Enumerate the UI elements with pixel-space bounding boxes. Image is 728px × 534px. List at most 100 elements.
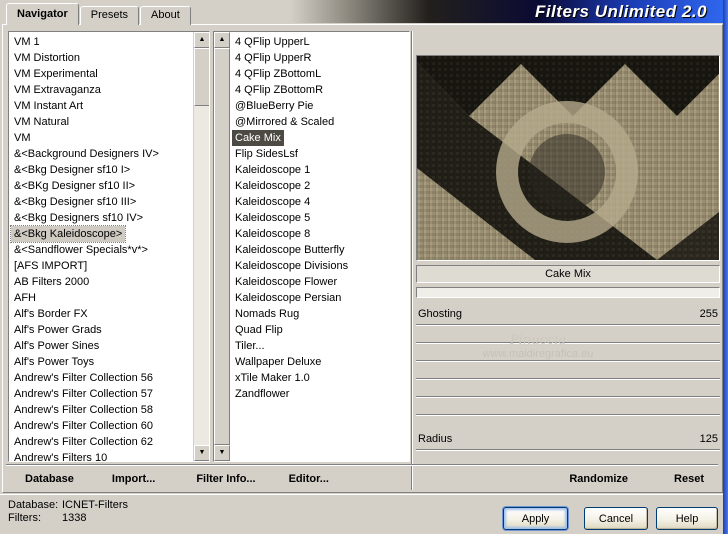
cancel-button[interactable]: Cancel [584,507,648,530]
tab-about[interactable]: About [140,6,191,25]
list-item[interactable]: @BlueBerry Pie [232,98,409,114]
list-item[interactable]: AFH [11,290,193,306]
list-item[interactable]: Tiler... [232,338,409,354]
database-value: ICNET-Filters [62,499,128,511]
selected-filter-name: Cake Mix [416,265,720,283]
scrollbar-thumb[interactable] [214,48,230,445]
category-scrollbar[interactable]: ▲ ▼ [193,32,209,461]
list-item[interactable]: AB Filters 2000 [11,274,193,290]
list-item[interactable]: Nomads Rug [232,306,409,322]
tab-bar: Navigator Presets About [6,3,192,25]
list-item[interactable]: Alf's Power Sines [11,338,193,354]
toolbar-divider [6,464,718,466]
list-item[interactable]: VM Distortion [11,50,193,66]
slider-track-radius[interactable] [416,449,720,451]
list-item[interactable]: VM Instant Art [11,98,193,114]
list-item[interactable]: 4 QFlip ZBottomR [232,82,409,98]
slider-row-radius: Radius 125 [416,432,720,446]
app-title: Filters Unlimited 2.0 [534,1,707,21]
list-item[interactable]: &<Background Designers IV> [11,146,193,162]
slider-label: Radius [418,433,453,445]
list-item[interactable]: 4 QFlip UpperR [232,50,409,66]
toolbar-left: Database Import... Filter Info... Editor... [8,469,408,489]
reset-button[interactable]: Reset [674,473,704,485]
category-list-items: VM 1 VM Distortion VM Experimental VM Extra… [9,32,193,461]
list-item[interactable]: VM Extravaganza [11,82,193,98]
list-item[interactable]: Kaleidoscope Persian [232,290,409,306]
list-item[interactable]: &<Sandflower Specials*v*> [11,242,193,258]
status-area: Database: ICNET-Filters Filters: 1338 [8,499,128,525]
controls-area: Ghosting 255 Radius 125 [416,307,720,467]
list-item[interactable]: VM 1 [11,34,193,50]
watermark-line1: Pinuccia [509,333,567,348]
database-button[interactable]: Database [25,473,74,485]
list-item[interactable]: &<Bkg Designer sf10 I> [11,162,193,178]
watermark-line2: www.maidiregrafica.eu [482,348,594,360]
filter-scrollbar[interactable]: ▲ ▼ [214,32,230,461]
progress-bar [416,287,720,298]
list-item[interactable]: &<Bkg Kaleidoscope> [9,225,127,243]
list-item[interactable]: &<BKg Designer sf10 II> [11,178,193,194]
randomize-button[interactable]: Randomize [569,473,628,485]
list-item[interactable]: VM [11,130,193,146]
scrollbar-track[interactable] [194,106,209,445]
list-item[interactable]: VM Natural [11,114,193,130]
editor-button[interactable]: Editor... [289,473,329,485]
list-item[interactable]: Andrew's Filter Collection 60 [11,418,193,434]
slider-track-empty [416,378,720,380]
list-item[interactable]: Kaleidoscope 1 [232,162,409,178]
apply-button[interactable]: Apply [503,507,568,530]
list-item[interactable]: 4 QFlip UpperL [232,34,409,50]
list-item[interactable]: Kaleidoscope Divisions [232,258,409,274]
list-item[interactable]: Kaleidoscope 5 [232,210,409,226]
watermark: Pinuccia www.maidiregrafica.eu [428,333,648,360]
filter-info-button[interactable]: Filter Info... [196,473,255,485]
list-item[interactable]: Alf's Border FX [11,306,193,322]
list-item[interactable]: Kaleidoscope 4 [232,194,409,210]
slider-value: 125 [699,433,718,445]
list-item[interactable]: Flip SidesLsf [232,146,409,162]
scroll-down-icon[interactable]: ▼ [214,445,230,461]
list-item[interactable]: @Mirrored & Scaled [232,114,409,130]
list-item[interactable]: Alf's Power Toys [11,354,193,370]
filter-list-items: 4 QFlip UpperL 4 QFlip UpperR 4 QFlip ZBot… [230,32,409,461]
category-list: VM 1 VM Distortion VM Experimental VM Extra… [8,31,210,462]
slider-track-empty [416,360,720,362]
panel-divider [411,31,413,490]
list-item[interactable]: 4 QFlip ZBottomL [232,66,409,82]
list-item[interactable]: &<Bkg Designer sf10 III> [11,194,193,210]
list-item[interactable]: Kaleidoscope Flower [232,274,409,290]
list-item[interactable]: Kaleidoscope Butterfly [232,242,409,258]
scroll-down-icon[interactable]: ▼ [194,445,209,461]
scrollbar-thumb[interactable] [194,48,209,106]
list-item[interactable]: Kaleidoscope 2 [232,178,409,194]
list-item[interactable]: Zandflower [232,386,409,402]
slider-track-ghosting[interactable] [416,324,720,326]
scroll-up-icon[interactable]: ▲ [214,32,230,48]
tab-navigator[interactable]: Navigator [6,3,79,25]
list-item[interactable]: [AFS IMPORT] [11,258,193,274]
list-item[interactable]: VM Experimental [11,66,193,82]
list-item[interactable]: Wallpaper Deluxe [232,354,409,370]
bottom-bar: Database: ICNET-Filters Filters: 1338 Ap… [0,494,723,534]
scroll-up-icon[interactable]: ▲ [194,32,209,48]
slider-label: Ghosting [418,308,463,320]
list-item[interactable]: Andrew's Filters 10 [11,450,193,461]
list-item[interactable]: Andrew's Filter Collection 58 [11,402,193,418]
list-item[interactable]: Alf's Power Grads [11,322,193,338]
help-button[interactable]: Help [656,507,718,530]
list-item[interactable]: Kaleidoscope 8 [232,226,409,242]
preview-image [416,55,720,261]
list-item[interactable]: Andrew's Filter Collection 62 [11,434,193,450]
import-button[interactable]: Import... [112,473,155,485]
slider-track-empty [416,396,720,398]
list-item[interactable]: Andrew's Filter Collection 56 [11,370,193,386]
filters-label: Filters: [8,512,41,524]
database-label: Database: [8,499,59,511]
list-item[interactable]: xTile Maker 1.0 [232,370,409,386]
list-item[interactable]: Quad Flip [232,322,409,338]
list-item[interactable]: &<Bkg Designers sf10 IV> [11,210,193,226]
tab-presets[interactable]: Presets [79,6,140,25]
list-item[interactable]: Andrew's Filter Collection 57 [11,386,193,402]
list-item[interactable]: Cake Mix [232,130,284,146]
